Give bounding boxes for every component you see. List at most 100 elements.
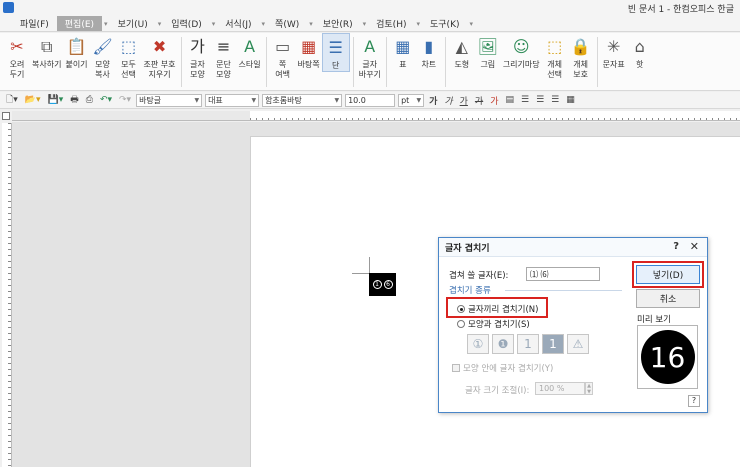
font-select[interactable]: 함초롬바탕 ▼ [262,93,343,107]
margin-guide-horizontal [352,273,369,274]
ribbon-button-9[interactable]: ▭ 쪽 여백 [270,33,296,80]
underline-button[interactable]: 가 [458,94,470,107]
shape-circle-icon[interactable]: ① [467,334,489,354]
overlap-chars-input[interactable]: ⑴ ⑹ [526,267,600,281]
menu-item-0[interactable]: 파일(F) [12,16,57,31]
style-select[interactable]: 바탕글 ▼ [136,93,203,107]
font-lang-select[interactable]: 대표 ▼ [205,93,260,107]
shape-icon: ◭ [455,37,468,56]
ribbon-button-10[interactable]: ▦ 바탕쪽 [296,33,322,70]
ribbon-label: 글자 바꾸기 [358,60,381,79]
preview-icon[interactable]: ⎙ [84,95,95,105]
window-title: 빈 문서 1 - 한컴오피스 한글 [627,5,734,15]
align-left-icon[interactable]: ☰ [519,95,531,105]
italic-button[interactable]: 가 [442,94,454,107]
menu-item-3[interactable]: 입력(D) [163,16,210,31]
open-folder-icon[interactable]: 📂▾ [23,95,43,105]
size-adjust-combo[interactable]: 100 % [535,382,585,395]
style-icon: A [244,37,256,56]
ribbon-button-18[interactable]: ⬚ 개체 선택 [542,33,568,80]
ruler-corner [2,112,10,120]
page-margin-icon: ▭ [275,37,291,56]
size-spinner[interactable]: ▲ ▼ [585,382,593,395]
paragraph-shape-icon: ≡ [216,37,231,56]
menu-item-2[interactable]: 보기(U) [110,16,156,31]
align-center-icon[interactable]: ☰ [534,95,546,105]
ribbon-button-3[interactable]: 🖌 모양 복사 [90,33,116,80]
new-doc-icon[interactable]: 🗋▾ [4,92,20,108]
cancel-button[interactable]: 취소 [636,289,700,308]
overlap-kind-title: 겹치기 종류 [449,286,491,296]
font-color-button[interactable]: 가 [488,94,500,107]
print-icon[interactable]: 🖶 [68,92,81,108]
ribbon-button-19[interactable]: 🔒 개체 보호 [568,33,594,80]
ribbon-button-1[interactable]: ⧉ 복사하기 [30,33,63,70]
ribbon-button-4[interactable]: ⬚ 모두 선택 [116,33,142,80]
ribbon-button-8[interactable]: A 스타일 [237,33,263,70]
menu-dropdown-icon[interactable]: ▾ [307,20,315,28]
bold-button[interactable]: 가 [427,94,439,107]
size-unit-select[interactable]: pt ▼ [398,93,425,107]
menu-dropdown-icon[interactable]: ▾ [102,20,110,28]
dialog-title: 글자 겹치기 [439,238,707,257]
dialog-close-button[interactable]: ✕ [690,240,699,253]
save-icon[interactable]: 💾▾ [46,95,66,105]
inside-shape-checkbox[interactable]: 모양 안에 글자 겹치기(Y) [452,362,553,374]
menu-item-4[interactable]: 서식(J) [217,16,259,31]
ribbon-button-6[interactable]: 가 글자 모양 [185,33,211,80]
menu-item-6[interactable]: 보안(R) [315,16,361,31]
menu-dropdown-icon[interactable]: ▾ [468,20,476,28]
select-all-icon: ⬚ [120,37,137,56]
ribbon-button-11[interactable]: ☰ 단 [321,33,350,72]
dialog-help-button[interactable]: ? [673,241,679,252]
ribbon-label: 핫 [636,60,644,69]
scissors-icon: ✂ [10,37,24,56]
shape-triangle-icon[interactable]: ⚠ [567,334,589,354]
align-justify-icon[interactable]: ▤ [503,95,516,105]
menu-dropdown-icon[interactable]: ▾ [210,20,218,28]
ribbon-separator [352,37,354,87]
ribbon-button-16[interactable]: 🖼 그림 [475,33,501,70]
horizontal-ruler[interactable] [250,111,740,121]
align-right-icon[interactable]: ☰ [549,95,561,105]
ribbon-separator [596,37,598,87]
undo-icon[interactable]: ↶▾ [98,95,114,105]
picture-icon: 🖼 [477,37,498,56]
shape-square-icon[interactable]: 1 [517,334,539,354]
menu-item-7[interactable]: 검토(H) [368,16,414,31]
help-icon[interactable]: ? [688,395,700,407]
distribute-icon[interactable]: ▦ [564,95,577,105]
ribbon-button-20[interactable]: ✳ 문자표 [601,33,627,70]
ribbon-label: 그림 [480,60,496,69]
ribbon-button-7[interactable]: ≡ 문단 모양 [211,33,237,80]
ribbon-button-5[interactable]: ✖ 조판 부호 지우기 [142,33,178,80]
menu-item-1[interactable]: 편집(E) [56,16,103,31]
menu-dropdown-icon[interactable]: ▾ [260,20,268,28]
ribbon-separator [385,37,387,87]
menu-item-8[interactable]: 도구(K) [422,16,468,31]
ribbon-button-2[interactable]: 📋 붙이기 [63,33,89,70]
redo-icon[interactable]: ↷▾ [117,95,133,105]
radio-overlap-shape[interactable]: 모양과 겹치기(S) [457,318,530,330]
ribbon-button-13[interactable]: ▦ 표 [390,33,416,70]
vertical-ruler[interactable] [2,123,12,467]
shape-filled-circle-icon[interactable]: ❶ [492,334,514,354]
strike-button[interactable]: 가 [473,94,485,107]
inside-shape-checkbox-label: 모양 안에 글자 겹치기(Y) [463,364,554,374]
ribbon-button-14[interactable]: ▮ 차트 [416,33,442,70]
ribbon-button-17[interactable]: ☺ 그리기마당 [501,33,542,70]
ribbon-button-12[interactable]: A 글자 바꾸기 [357,33,383,80]
shape-filled-square-icon[interactable]: 1 [542,334,564,354]
menu-dropdown-icon[interactable]: ▾ [414,20,422,28]
menu-item-5[interactable]: 쪽(W) [267,16,307,31]
overlapped-char-object[interactable]: 1 6 [369,273,396,296]
ribbon-button-0[interactable]: ✂ 오려 두기 [4,33,30,80]
menu-dropdown-icon[interactable]: ▾ [156,20,164,28]
ribbon-button-15[interactable]: ◭ 도형 [449,33,475,70]
size-select[interactable]: 10.0 [345,93,396,107]
ribbon-label: 개체 보호 [573,60,588,79]
ribbon-button-21[interactable]: ⌂ 핫 [627,33,653,70]
paste-icon: 📋 [66,37,87,56]
ribbon-separator [180,37,182,87]
menu-dropdown-icon[interactable]: ▾ [361,20,369,28]
